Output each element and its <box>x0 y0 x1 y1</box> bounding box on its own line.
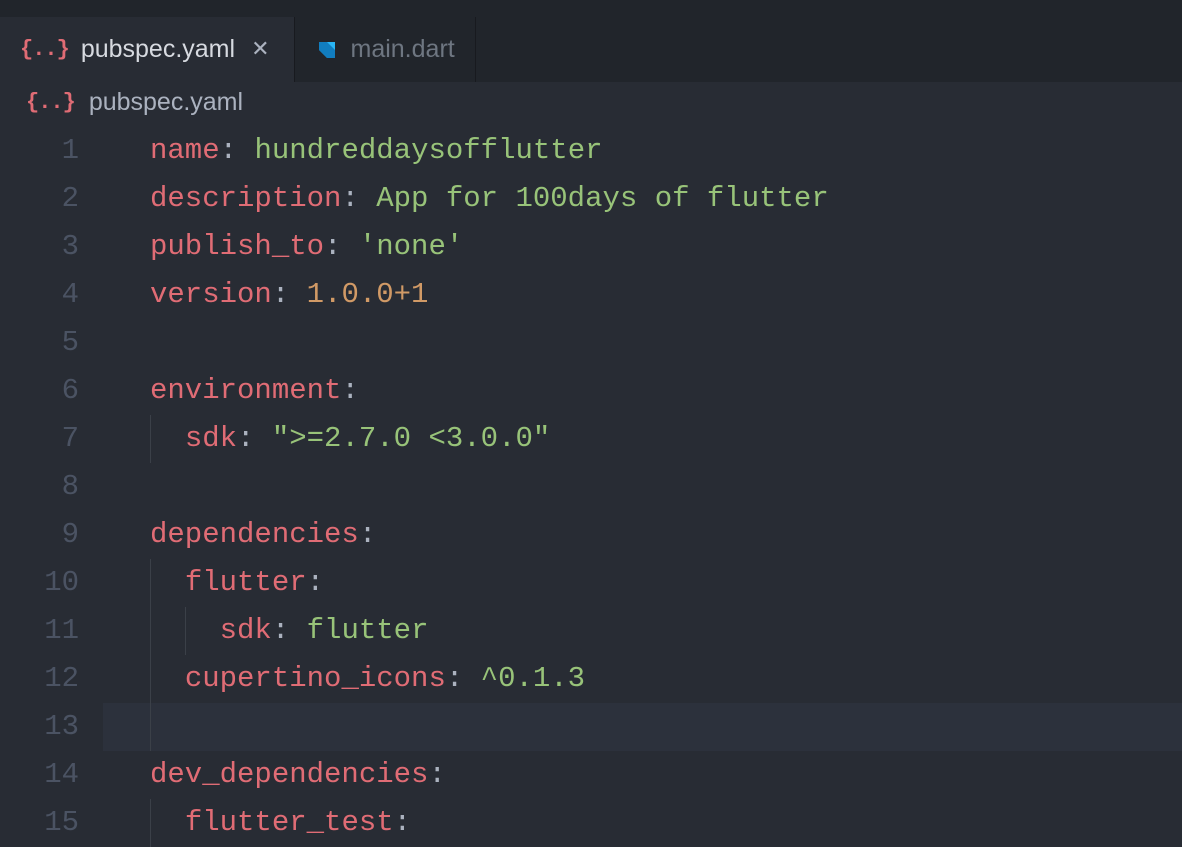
token-string: ^0.1.3 <box>481 662 585 695</box>
line-number: 11 <box>0 607 79 655</box>
code-line[interactable]: publish_to: 'none' <box>103 223 1182 271</box>
line-number: 2 <box>0 175 79 223</box>
indent-guide <box>150 415 151 463</box>
close-icon[interactable]: ✕ <box>247 37 273 63</box>
token-string: App for 100days of flutter <box>376 182 828 215</box>
token-key: sdk <box>220 614 272 647</box>
indent-guide <box>185 607 186 655</box>
token-key: flutter_test <box>185 806 394 839</box>
token-string: ">=2.7.0 <3.0.0" <box>272 422 550 455</box>
tab-label: pubspec.yaml <box>81 35 235 64</box>
token-key: version <box>150 278 272 311</box>
token-string: 'none' <box>359 230 463 263</box>
line-number: 6 <box>0 367 79 415</box>
line-number: 13 <box>0 703 79 751</box>
code-line[interactable]: version: 1.0.0+1 <box>103 271 1182 319</box>
token-punct: : <box>272 614 307 647</box>
token-punct: : <box>359 518 376 551</box>
indent-guide <box>150 655 151 703</box>
code-line[interactable] <box>103 319 1182 367</box>
dart-icon <box>315 38 339 62</box>
token-punct: : <box>220 134 255 167</box>
line-number: 14 <box>0 751 79 799</box>
tab-bar: {..} pubspec.yaml ✕ main.dart <box>0 0 1182 82</box>
breadcrumb-label: pubspec.yaml <box>89 88 243 117</box>
token-punct: : <box>446 662 481 695</box>
line-number-gutter: 123456789101112131415 <box>0 127 103 847</box>
line-number: 7 <box>0 415 79 463</box>
token-key: name <box>150 134 220 167</box>
tab-main-dart[interactable]: main.dart <box>295 17 476 82</box>
token-punct: : <box>341 182 376 215</box>
yaml-icon: {..} <box>20 37 69 62</box>
indent-guide <box>150 703 151 751</box>
code-line[interactable]: name: hundreddaysofflutter <box>103 127 1182 175</box>
code-line[interactable]: sdk: flutter <box>103 607 1182 655</box>
token-punct: : <box>272 278 307 311</box>
code-line[interactable]: flutter_test: <box>103 799 1182 847</box>
token-key: dependencies <box>150 518 359 551</box>
token-string: hundreddaysofflutter <box>254 134 602 167</box>
tab-pubspec-yaml[interactable]: {..} pubspec.yaml ✕ <box>0 17 295 82</box>
token-key: environment <box>150 374 341 407</box>
indent-guide <box>150 559 151 607</box>
token-punct: : <box>341 374 358 407</box>
line-number: 4 <box>0 271 79 319</box>
token-punct: : <box>394 806 411 839</box>
code-line[interactable]: dependencies: <box>103 511 1182 559</box>
line-number: 5 <box>0 319 79 367</box>
token-key: description <box>150 182 341 215</box>
line-number: 9 <box>0 511 79 559</box>
line-number: 12 <box>0 655 79 703</box>
code-line[interactable] <box>103 703 1182 751</box>
token-punct: : <box>428 758 445 791</box>
token-string: flutter <box>307 614 429 647</box>
code-line[interactable]: cupertino_icons: ^0.1.3 <box>103 655 1182 703</box>
indent-guide <box>150 799 151 847</box>
line-number: 3 <box>0 223 79 271</box>
code-line[interactable]: dev_dependencies: <box>103 751 1182 799</box>
token-punct: : <box>324 230 359 263</box>
token-punct: : <box>307 566 324 599</box>
code-editor[interactable]: 123456789101112131415 name: hundreddayso… <box>0 127 1182 847</box>
line-number: 8 <box>0 463 79 511</box>
token-key: flutter <box>185 566 307 599</box>
line-number: 15 <box>0 799 79 847</box>
code-area[interactable]: name: hundreddaysofflutterdescription: A… <box>103 127 1182 847</box>
line-number: 1 <box>0 127 79 175</box>
token-key: cupertino_icons <box>185 662 446 695</box>
indent-guide <box>150 607 151 655</box>
token-punct: : <box>237 422 272 455</box>
code-line[interactable]: description: App for 100days of flutter <box>103 175 1182 223</box>
code-line[interactable] <box>103 463 1182 511</box>
code-line[interactable]: environment: <box>103 367 1182 415</box>
token-key: dev_dependencies <box>150 758 428 791</box>
code-line[interactable]: flutter: <box>103 559 1182 607</box>
yaml-icon: {..} <box>26 90 75 115</box>
token-key: publish_to <box>150 230 324 263</box>
code-line[interactable]: sdk: ">=2.7.0 <3.0.0" <box>103 415 1182 463</box>
token-number: 1.0.0+1 <box>307 278 429 311</box>
token-key: sdk <box>185 422 237 455</box>
line-number: 10 <box>0 559 79 607</box>
tab-label: main.dart <box>351 35 455 64</box>
breadcrumb[interactable]: {..} pubspec.yaml <box>0 82 1182 127</box>
